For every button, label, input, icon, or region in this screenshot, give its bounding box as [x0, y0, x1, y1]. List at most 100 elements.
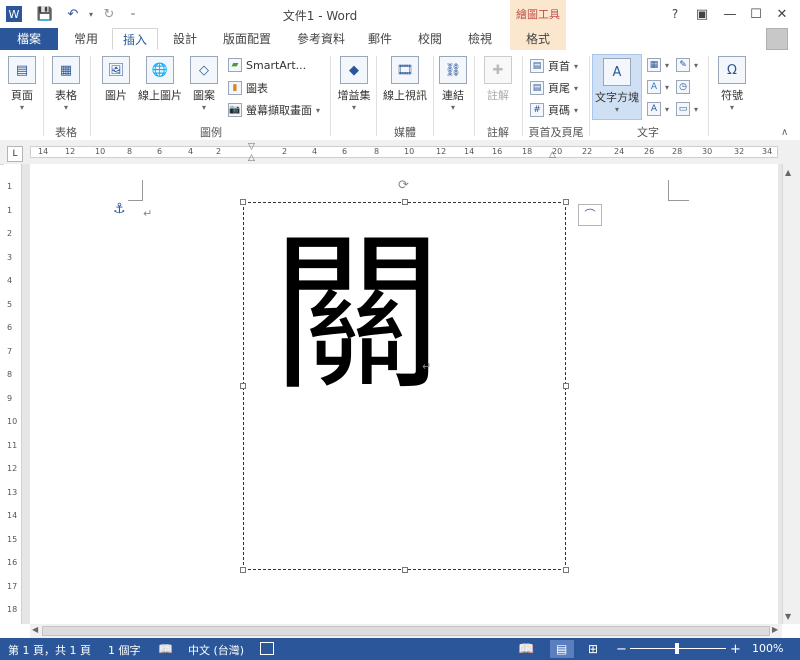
- resize-handle[interactable]: [402, 567, 408, 573]
- proofing-icon[interactable]: 📖: [158, 642, 173, 656]
- ribbon-display-options-icon[interactable]: ▣: [692, 5, 712, 23]
- footer-button[interactable]: ▤ 頁尾 ▾: [530, 80, 578, 96]
- online-pictures-label: 線上圖片: [138, 89, 182, 102]
- shapes-button[interactable]: ◇ 圖案 ▾: [186, 56, 222, 112]
- dropdown-icon: ▾: [665, 82, 670, 92]
- margin-mark-left: [128, 180, 143, 201]
- tab-insert[interactable]: 插入: [112, 28, 158, 50]
- close-button[interactable]: ✕: [772, 5, 792, 23]
- resize-handle[interactable]: [563, 383, 569, 389]
- web-layout-icon[interactable]: ⊞: [588, 642, 598, 656]
- textbox-icon: A: [603, 58, 631, 86]
- tab-layout[interactable]: 版面配置: [216, 28, 278, 50]
- scroll-right-icon[interactable]: ▶: [772, 625, 778, 634]
- help-button[interactable]: ?: [665, 5, 685, 23]
- scroll-left-icon[interactable]: ◀: [32, 625, 38, 634]
- page-button[interactable]: ▤ 頁面 ▾: [4, 56, 40, 112]
- links-button[interactable]: ⛓ 連結 ▾: [436, 56, 470, 112]
- table-button[interactable]: ▦ 表格 ▾: [48, 56, 84, 112]
- date-time-button[interactable]: ◷: [676, 80, 690, 94]
- print-layout-icon[interactable]: ▤: [556, 642, 567, 656]
- zoom-out-button[interactable]: −: [616, 642, 627, 657]
- resize-handle[interactable]: [240, 199, 246, 205]
- right-indent-marker[interactable]: △: [549, 150, 556, 160]
- resize-handle[interactable]: [240, 567, 246, 573]
- resize-handle[interactable]: [240, 383, 246, 389]
- online-picture-icon: 🌐: [146, 56, 174, 84]
- quick-parts-button[interactable]: ▦ ▾: [647, 58, 669, 72]
- chart-button[interactable]: ▮ 圖表: [228, 80, 268, 96]
- header-button[interactable]: ▤ 頁首 ▾: [530, 58, 578, 74]
- ruler-tick-label: 24: [614, 147, 625, 156]
- macro-recording-icon[interactable]: [260, 642, 274, 655]
- resize-handle[interactable]: [563, 199, 569, 205]
- horizontal-scroll-thumb[interactable]: [42, 626, 770, 636]
- zoom-level[interactable]: 100%: [752, 642, 783, 655]
- minimize-button[interactable]: —: [720, 5, 740, 23]
- vertical-scrollbar[interactable]: [782, 164, 800, 624]
- addins-button[interactable]: ◆ 增益集 ▾: [336, 56, 372, 112]
- tab-home[interactable]: 常用: [64, 28, 108, 50]
- footer-label: 頁尾: [548, 82, 570, 95]
- ruler-tick-label: 18: [522, 147, 533, 156]
- scroll-down-icon[interactable]: ▼: [785, 612, 791, 621]
- ruler-tick-label: 12: [7, 464, 18, 473]
- object-button[interactable]: ▭ ▾: [676, 102, 698, 116]
- read-mode-icon[interactable]: 📖: [518, 642, 534, 657]
- collapse-ribbon-icon[interactable]: ∧: [781, 127, 788, 138]
- tab-selector[interactable]: L: [7, 146, 23, 162]
- page-count-status[interactable]: 第 1 頁，共 1 頁: [8, 642, 91, 658]
- comment-button[interactable]: ✚ 註解: [478, 56, 518, 103]
- tab-review[interactable]: 校閱: [410, 28, 450, 50]
- page-number-button[interactable]: # 頁碼 ▾: [530, 102, 578, 118]
- left-indent-marker[interactable]: △: [248, 153, 255, 163]
- textbox-dropdown-icon: ▾: [614, 105, 619, 114]
- first-line-indent-marker[interactable]: ▽: [248, 142, 255, 152]
- pictures-button[interactable]: 🖼 圖片: [96, 56, 136, 103]
- tab-references[interactable]: 參考資料: [290, 28, 352, 50]
- zoom-slider-thumb[interactable]: [675, 643, 679, 654]
- wordart-button[interactable]: A ▾: [647, 80, 669, 94]
- ruler-tick-label: 12: [65, 147, 76, 156]
- signature-line-button[interactable]: ✎ ▾: [676, 58, 698, 72]
- screenshot-button[interactable]: 📷 螢幕擷取畫面 ▾: [228, 102, 320, 118]
- media-group-label: 媒體: [394, 126, 416, 139]
- scroll-up-icon[interactable]: ▲: [785, 168, 791, 177]
- user-avatar[interactable]: [766, 28, 788, 50]
- dropdown-icon: ▾: [694, 104, 699, 114]
- resize-handle[interactable]: [402, 199, 408, 205]
- text-group-label: 文字: [637, 126, 659, 139]
- dropdown-icon: ▾: [665, 104, 670, 114]
- ruler-tick-label: 17: [7, 581, 18, 591]
- page-icon: ▤: [8, 56, 36, 84]
- margin-mark-right: [668, 180, 689, 201]
- symbols-button[interactable]: Ω 符號 ▾: [714, 56, 750, 112]
- word-count-status[interactable]: 1 個字: [108, 642, 141, 658]
- table-icon: ▦: [52, 56, 80, 84]
- window-title: 文件1 - Word: [282, 9, 358, 23]
- ruler-tick-label: 11: [7, 440, 18, 450]
- tab-mailings[interactable]: 郵件: [362, 28, 398, 50]
- dropdown-icon: ▾: [665, 60, 670, 70]
- resize-handle[interactable]: [563, 567, 569, 573]
- separator: [330, 56, 331, 136]
- text-box-character[interactable]: 關: [272, 230, 442, 400]
- comment-icon: ✚: [484, 56, 512, 84]
- online-pictures-button[interactable]: 🌐 線上圖片: [136, 56, 184, 103]
- comment-label: 註解: [487, 89, 509, 102]
- textbox-button[interactable]: A 文字方塊 ▾: [592, 58, 642, 114]
- tab-format[interactable]: 格式: [512, 28, 564, 50]
- drop-cap-button[interactable]: A ▾: [647, 102, 669, 116]
- online-video-button[interactable]: 🎞 線上視訊: [380, 56, 430, 103]
- maximize-button[interactable]: ☐: [746, 5, 766, 23]
- rotate-handle-icon[interactable]: ⟳: [398, 178, 409, 193]
- ruler-tick-label: 22: [582, 147, 593, 156]
- tab-view[interactable]: 檢視: [460, 28, 500, 50]
- tab-file[interactable]: 檔案: [0, 28, 58, 50]
- zoom-in-button[interactable]: +: [730, 642, 741, 657]
- language-status[interactable]: 中文 (台灣): [188, 642, 244, 658]
- header-footer-group-label: 頁首及頁尾: [528, 126, 584, 139]
- layout-options-icon[interactable]: ⌒: [578, 204, 602, 226]
- smartart-button[interactable]: ▰ SmartArt...: [228, 58, 306, 72]
- tab-design[interactable]: 設計: [164, 28, 206, 50]
